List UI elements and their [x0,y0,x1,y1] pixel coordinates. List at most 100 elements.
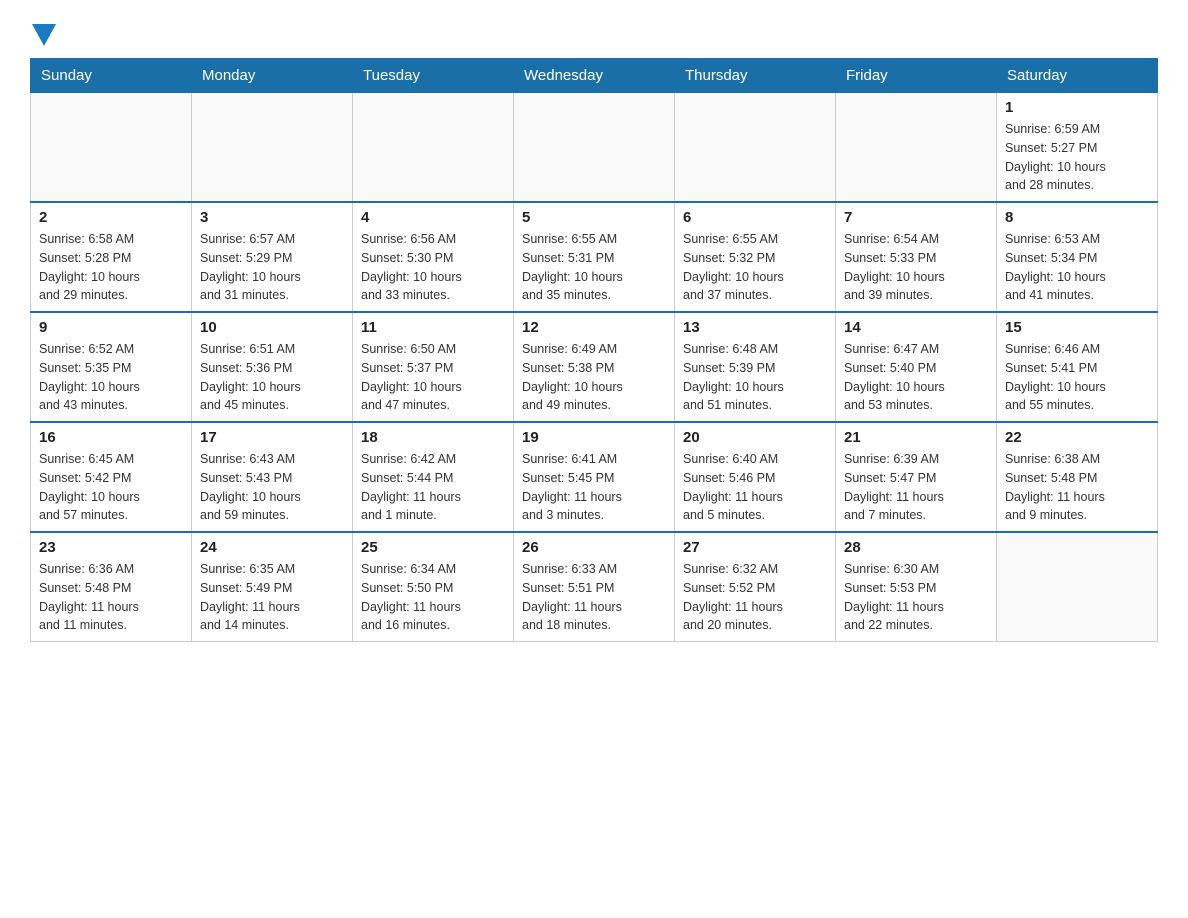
day-info: Sunrise: 6:40 AM Sunset: 5:46 PM Dayligh… [683,450,827,525]
calendar-cell [514,93,675,203]
day-info: Sunrise: 6:41 AM Sunset: 5:45 PM Dayligh… [522,450,666,525]
day-number: 7 [844,209,988,226]
day-info: Sunrise: 6:42 AM Sunset: 5:44 PM Dayligh… [361,450,505,525]
day-number: 16 [39,429,183,446]
calendar-cell: 18 Sunrise: 6:42 AM Sunset: 5:44 PM Dayli… [353,422,514,532]
day-number: 20 [683,429,827,446]
calendar-table: SundayMondayTuesdayWednesdayThursdayFrid… [30,58,1158,642]
day-number: 19 [522,429,666,446]
calendar-cell: 12 Sunrise: 6:49 AM Sunset: 5:38 PM Dayli… [514,312,675,422]
day-info: Sunrise: 6:38 AM Sunset: 5:48 PM Dayligh… [1005,450,1149,525]
day-info: Sunrise: 6:58 AM Sunset: 5:28 PM Dayligh… [39,230,183,305]
day-info: Sunrise: 6:49 AM Sunset: 5:38 PM Dayligh… [522,340,666,415]
day-number: 26 [522,539,666,556]
day-info: Sunrise: 6:57 AM Sunset: 5:29 PM Dayligh… [200,230,344,305]
day-number: 18 [361,429,505,446]
day-number: 28 [844,539,988,556]
day-info: Sunrise: 6:46 AM Sunset: 5:41 PM Dayligh… [1005,340,1149,415]
day-number: 5 [522,209,666,226]
calendar-header-saturday: Saturday [997,59,1158,93]
day-number: 24 [200,539,344,556]
day-info: Sunrise: 6:36 AM Sunset: 5:48 PM Dayligh… [39,560,183,635]
calendar-cell: 20 Sunrise: 6:40 AM Sunset: 5:46 PM Dayli… [675,422,836,532]
calendar-cell: 13Sunrise: 6:48 AM Sunset: 5:39 PM Dayli… [675,312,836,422]
day-info: Sunrise: 6:47 AM Sunset: 5:40 PM Dayligh… [844,340,988,415]
calendar-cell: 21Sunrise: 6:39 AM Sunset: 5:47 PM Dayli… [836,422,997,532]
day-info: Sunrise: 6:33 AM Sunset: 5:51 PM Dayligh… [522,560,666,635]
day-info: Sunrise: 6:55 AM Sunset: 5:32 PM Dayligh… [683,230,827,305]
calendar-cell: 7 Sunrise: 6:54 AM Sunset: 5:33 PM Daylig… [836,202,997,312]
day-number: 2 [39,209,183,226]
calendar-cell: 22 Sunrise: 6:38 AM Sunset: 5:48 PM Dayli… [997,422,1158,532]
calendar-cell [353,93,514,203]
day-number: 17 [200,429,344,446]
page-header [30,20,1158,42]
calendar-cell: 14 Sunrise: 6:47 AM Sunset: 5:40 PM Dayli… [836,312,997,422]
day-number: 11 [361,319,505,336]
day-info: Sunrise: 6:30 AM Sunset: 5:53 PM Dayligh… [844,560,988,635]
day-info: Sunrise: 6:53 AM Sunset: 5:34 PM Dayligh… [1005,230,1149,305]
day-info: Sunrise: 6:56 AM Sunset: 5:30 PM Dayligh… [361,230,505,305]
calendar-week-row: 1 Sunrise: 6:59 AM Sunset: 5:27 PM Daylig… [31,93,1158,203]
calendar-cell: 16 Sunrise: 6:45 AM Sunset: 5:42 PM Dayli… [31,422,192,532]
calendar-week-row: 16 Sunrise: 6:45 AM Sunset: 5:42 PM Dayli… [31,422,1158,532]
calendar-cell: 5 Sunrise: 6:55 AM Sunset: 5:31 PM Daylig… [514,202,675,312]
day-number: 1 [1005,99,1149,116]
calendar-cell: 23 Sunrise: 6:36 AM Sunset: 5:48 PM Dayli… [31,532,192,642]
calendar-cell: 27 Sunrise: 6:32 AM Sunset: 5:52 PM Dayli… [675,532,836,642]
day-info: Sunrise: 6:32 AM Sunset: 5:52 PM Dayligh… [683,560,827,635]
calendar-cell: 25 Sunrise: 6:34 AM Sunset: 5:50 PM Dayli… [353,532,514,642]
calendar-cell: 1 Sunrise: 6:59 AM Sunset: 5:27 PM Daylig… [997,93,1158,203]
calendar-cell: 2 Sunrise: 6:58 AM Sunset: 5:28 PM Daylig… [31,202,192,312]
logo-triangle-icon [32,24,56,46]
calendar-week-row: 9 Sunrise: 6:52 AM Sunset: 5:35 PM Daylig… [31,312,1158,422]
calendar-header-tuesday: Tuesday [353,59,514,93]
day-number: 12 [522,319,666,336]
day-number: 3 [200,209,344,226]
day-info: Sunrise: 6:50 AM Sunset: 5:37 PM Dayligh… [361,340,505,415]
day-number: 6 [683,209,827,226]
calendar-cell: 9 Sunrise: 6:52 AM Sunset: 5:35 PM Daylig… [31,312,192,422]
day-number: 9 [39,319,183,336]
calendar-cell: 6 Sunrise: 6:55 AM Sunset: 5:32 PM Daylig… [675,202,836,312]
calendar-cell [192,93,353,203]
day-info: Sunrise: 6:54 AM Sunset: 5:33 PM Dayligh… [844,230,988,305]
day-number: 25 [361,539,505,556]
calendar-header-wednesday: Wednesday [514,59,675,93]
day-number: 22 [1005,429,1149,446]
calendar-cell: 28 Sunrise: 6:30 AM Sunset: 5:53 PM Dayli… [836,532,997,642]
day-number: 14 [844,319,988,336]
day-info: Sunrise: 6:48 AM Sunset: 5:39 PM Dayligh… [683,340,827,415]
calendar-cell: 4Sunrise: 6:56 AM Sunset: 5:30 PM Daylig… [353,202,514,312]
calendar-cell: 10 Sunrise: 6:51 AM Sunset: 5:36 PM Dayli… [192,312,353,422]
day-number: 23 [39,539,183,556]
day-info: Sunrise: 6:34 AM Sunset: 5:50 PM Dayligh… [361,560,505,635]
calendar-cell: 24Sunrise: 6:35 AM Sunset: 5:49 PM Dayli… [192,532,353,642]
day-info: Sunrise: 6:52 AM Sunset: 5:35 PM Dayligh… [39,340,183,415]
logo [30,20,58,42]
day-info: Sunrise: 6:55 AM Sunset: 5:31 PM Dayligh… [522,230,666,305]
calendar-cell [997,532,1158,642]
day-info: Sunrise: 6:45 AM Sunset: 5:42 PM Dayligh… [39,450,183,525]
calendar-cell: 19 Sunrise: 6:41 AM Sunset: 5:45 PM Dayli… [514,422,675,532]
day-number: 27 [683,539,827,556]
calendar-cell: 11 Sunrise: 6:50 AM Sunset: 5:37 PM Dayli… [353,312,514,422]
day-number: 15 [1005,319,1149,336]
day-info: Sunrise: 6:43 AM Sunset: 5:43 PM Dayligh… [200,450,344,525]
calendar-cell [31,93,192,203]
calendar-header-row: SundayMondayTuesdayWednesdayThursdayFrid… [31,59,1158,93]
calendar-cell: 3 Sunrise: 6:57 AM Sunset: 5:29 PM Daylig… [192,202,353,312]
day-number: 10 [200,319,344,336]
calendar-week-row: 2 Sunrise: 6:58 AM Sunset: 5:28 PM Daylig… [31,202,1158,312]
calendar-cell: 8Sunrise: 6:53 AM Sunset: 5:34 PM Daylig… [997,202,1158,312]
calendar-cell [836,93,997,203]
calendar-header-sunday: Sunday [31,59,192,93]
calendar-cell: 15 Sunrise: 6:46 AM Sunset: 5:41 PM Dayli… [997,312,1158,422]
calendar-week-row: 23 Sunrise: 6:36 AM Sunset: 5:48 PM Dayli… [31,532,1158,642]
day-info: Sunrise: 6:59 AM Sunset: 5:27 PM Dayligh… [1005,120,1149,195]
day-info: Sunrise: 6:51 AM Sunset: 5:36 PM Dayligh… [200,340,344,415]
calendar-header-friday: Friday [836,59,997,93]
day-number: 21 [844,429,988,446]
calendar-header-thursday: Thursday [675,59,836,93]
calendar-cell: 17 Sunrise: 6:43 AM Sunset: 5:43 PM Dayli… [192,422,353,532]
